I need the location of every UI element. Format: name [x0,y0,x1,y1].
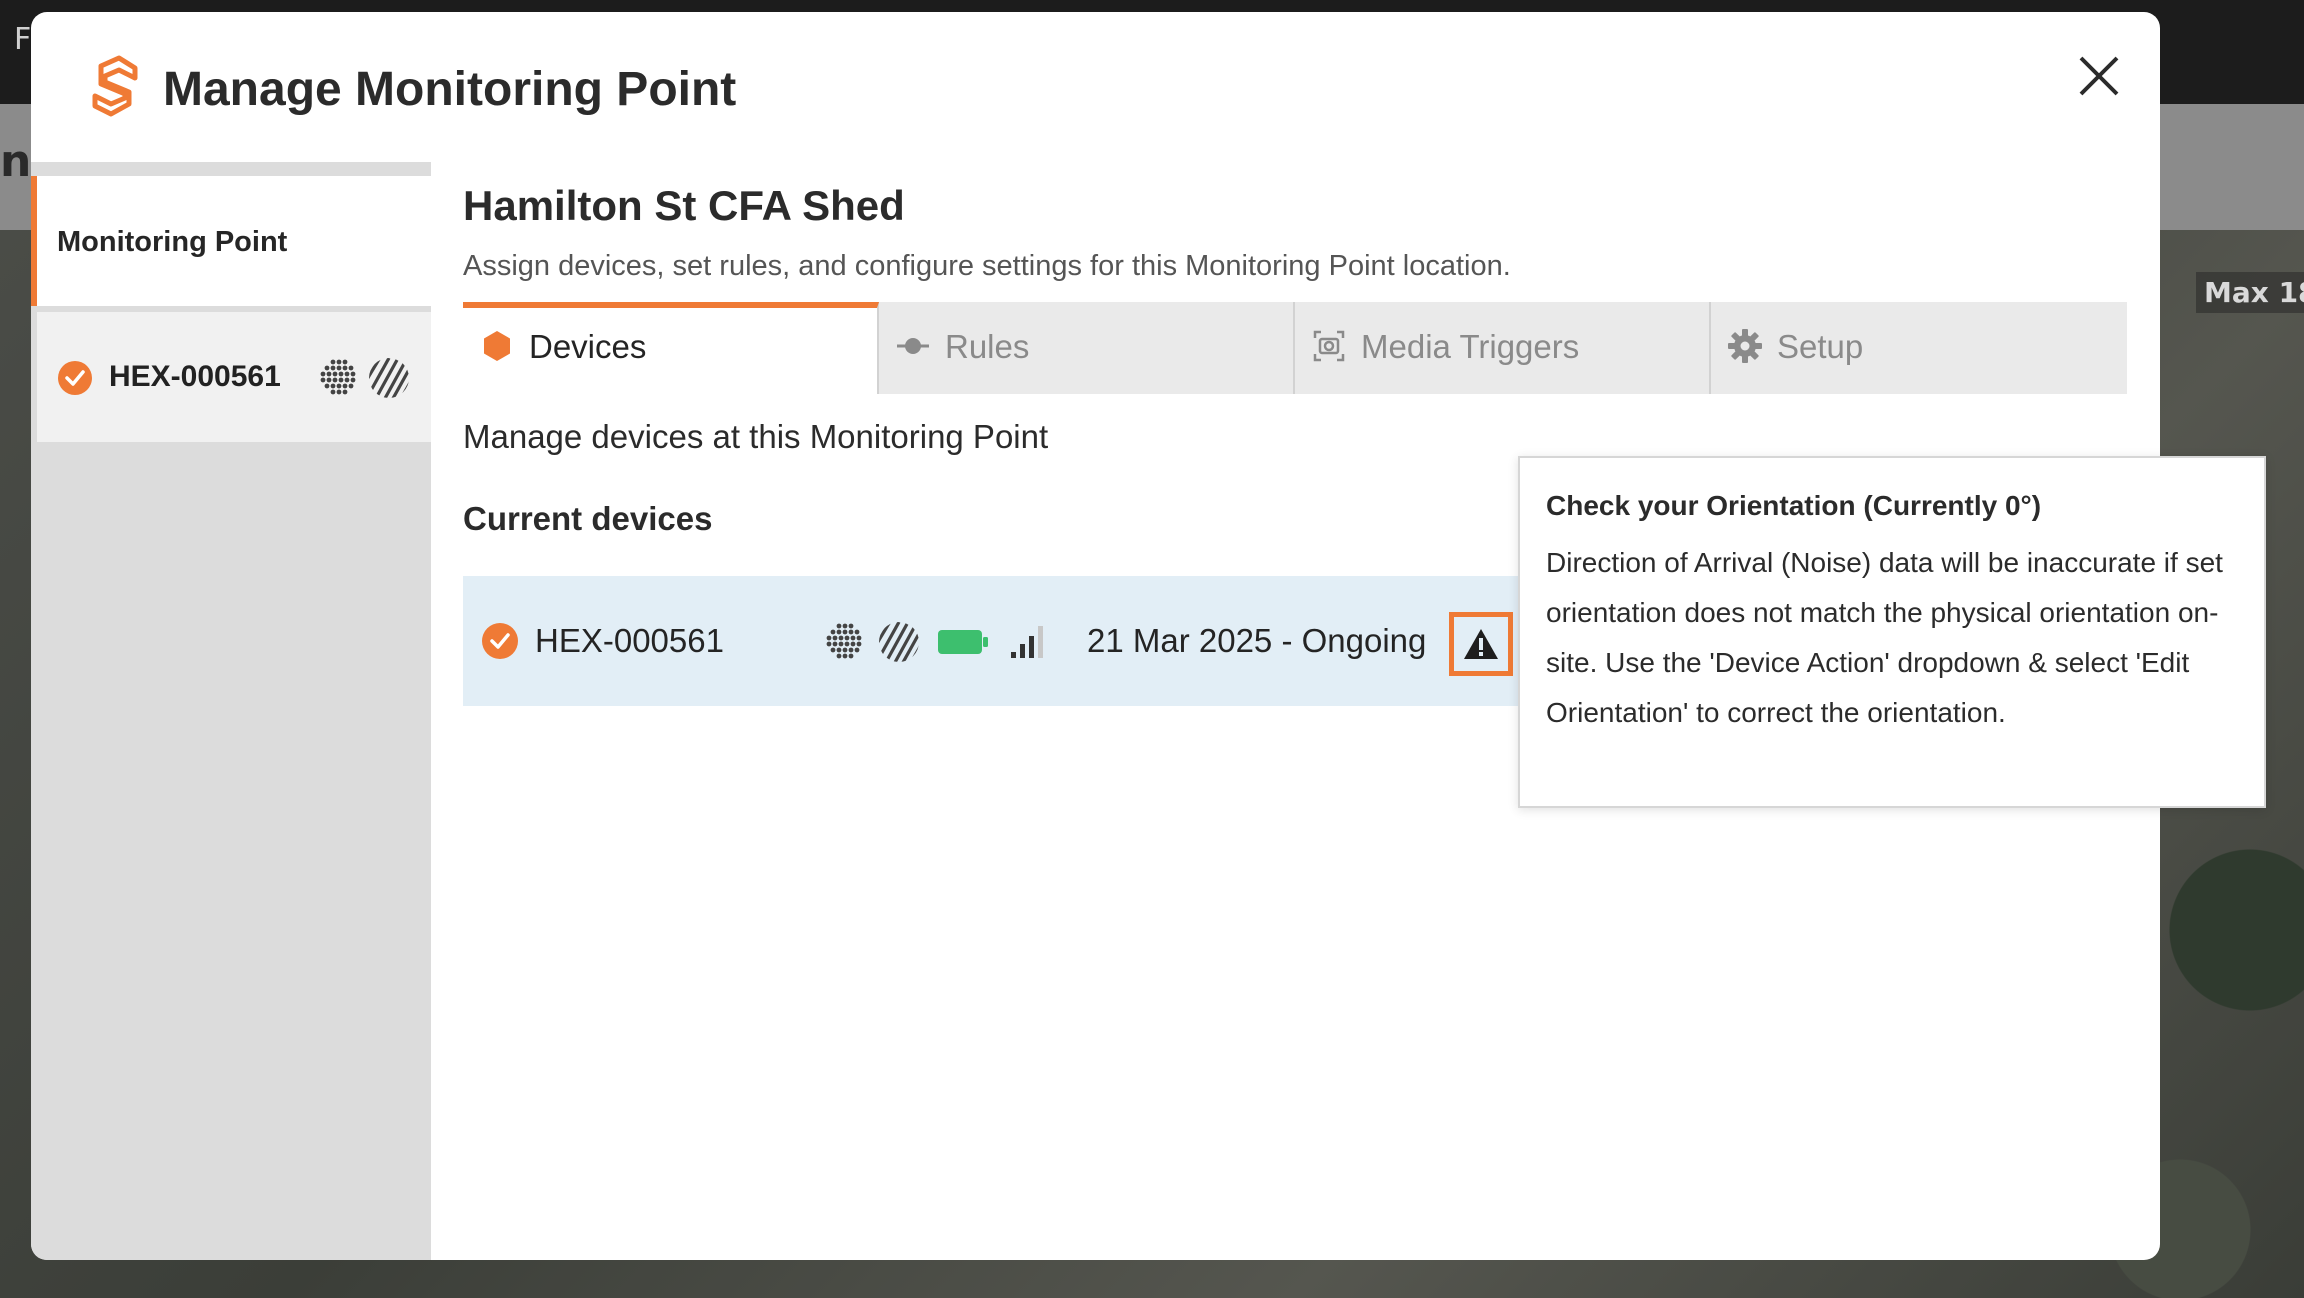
tooltip-title: Check your Orientation (Currently 0°) [1546,490,2042,521]
background-map-label: Max 18 [2196,272,2304,313]
camera-trigger-icon [1313,330,1345,362]
sidebar: Monitoring Point HEX-000561 [31,162,431,1260]
location-title: Hamilton St CFA Shed [463,182,905,229]
background-topbar-text: F [14,22,32,57]
tooltip-body: Direction of Arrival (Noise) data will b… [1546,547,2223,728]
orientation-warning-button[interactable] [1449,612,1513,676]
hexagon-icon [484,331,510,361]
tab-rules[interactable]: Rules [879,302,1295,394]
dots-sensor-icon [826,623,862,659]
location-subtitle: Assign devices, set rules, and configure… [463,250,1511,282]
tab-devices[interactable]: Devices [463,302,879,394]
gear-icon [1728,329,1762,363]
section-description: Manage devices at this Monitoring Point [463,418,1049,455]
modal-title: Manage Monitoring Point [163,63,737,116]
check-circle-icon [482,623,518,659]
rule-connector-icon [897,338,929,354]
tab-devices-label: Devices [529,328,647,365]
tab-media-triggers-label: Media Triggers [1361,328,1580,365]
serpent-logo-icon [92,55,138,117]
battery-icon [938,630,988,654]
modal-header: Manage Monitoring Point [31,12,2160,162]
check-circle-icon [58,361,92,395]
dots-sensor-icon [320,359,356,395]
sidebar-header[interactable]: Monitoring Point [31,176,431,306]
warning-icon [1464,629,1498,659]
stripes-sensor-icon [369,358,409,398]
orientation-tooltip: Check your Orientation (Currently 0°) Di… [1518,456,2266,808]
section-title: Current devices [463,500,713,537]
sidebar-item-label: HEX-000561 [109,360,281,393]
tab-media-triggers[interactable]: Media Triggers [1295,302,1711,394]
close-icon[interactable] [2071,48,2127,104]
device-date-range: 21 Mar 2025 - Ongoing [1087,622,1427,659]
sidebar-item-hex-000561[interactable]: HEX-000561 [37,312,431,442]
tab-setup[interactable]: Setup [1711,302,2127,394]
tab-setup-label: Setup [1777,328,1864,365]
tab-bar: Devices Rules Media Triggers Setup [463,302,2127,394]
tab-rules-label: Rules [945,328,1030,365]
stripes-sensor-icon [879,622,919,662]
signal-icon [1011,626,1043,658]
device-id: HEX-000561 [535,622,724,659]
sidebar-header-label: Monitoring Point [57,226,288,258]
